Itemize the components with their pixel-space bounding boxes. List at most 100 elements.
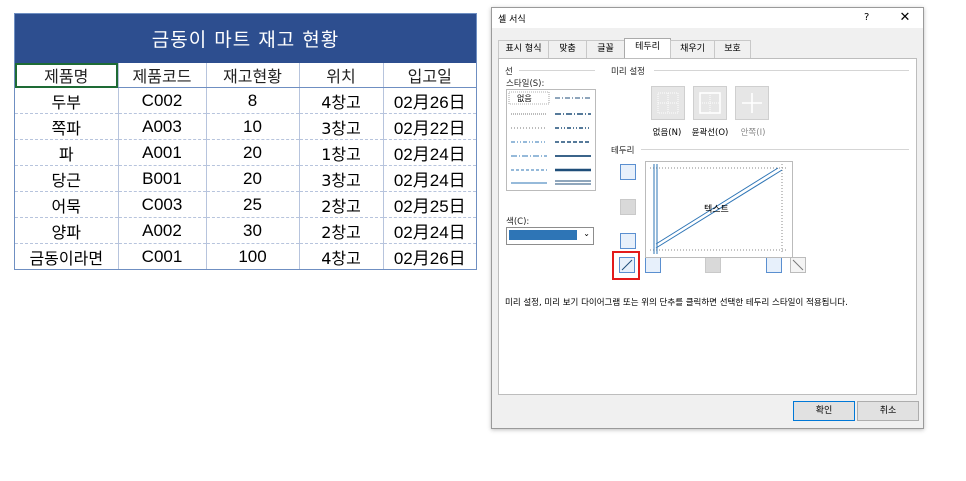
format-cells-dialog: 셀 서식 ? ✕ 표시 형식 맞춤 글꼴 테두리 채우기 보호 선 스타일(S)… — [491, 7, 924, 429]
preset-outline-button[interactable] — [693, 86, 727, 120]
presets-group-divider — [654, 70, 909, 71]
color-swatch — [509, 230, 577, 240]
table-row: 쪽파 A003 10 3창고 02月22日 — [15, 113, 476, 140]
header-received-date[interactable]: 입고일 — [383, 63, 476, 88]
help-button[interactable]: ? — [864, 12, 869, 23]
preset-inside-button[interactable] — [735, 86, 769, 120]
preset-none-button[interactable] — [651, 86, 685, 120]
table-row: 금동이라면 C001 100 4창고 02月26日 — [15, 243, 476, 270]
cell-received-date[interactable]: 02月24日 — [383, 139, 476, 166]
highlight-box — [612, 251, 640, 280]
cell-location[interactable]: 3창고 — [299, 113, 384, 140]
tab-font[interactable]: 글꼴 — [586, 40, 625, 58]
header-location[interactable]: 위치 — [299, 63, 384, 88]
cell-received-date[interactable]: 02月25日 — [383, 191, 476, 218]
cell-product-code[interactable]: A003 — [118, 113, 207, 140]
cell-product-code[interactable]: A001 — [118, 139, 207, 166]
table-row: 두부 C002 8 4창고 02月26日 — [15, 87, 476, 114]
inventory-sheet: 금동이 마트 재고 현황 제품명 제품코드 재고현황 위치 입고일 두부 C00… — [14, 13, 477, 270]
border-inside-horizontal-button[interactable] — [620, 199, 636, 215]
cell-product-name[interactable]: 쪽파 — [15, 113, 119, 140]
border-tab-panel: 선 스타일(S): 없음 색(C): ⌄ 미리 설정 없음(N) 윤곽선(O) … — [498, 58, 917, 395]
cell-location[interactable]: 1창고 — [299, 139, 384, 166]
table-row: 당근 B001 20 3창고 02月24日 — [15, 165, 476, 192]
cell-product-code[interactable]: B001 — [118, 165, 207, 192]
tab-number-format[interactable]: 표시 형식 — [498, 40, 549, 58]
color-dropdown[interactable]: ⌄ — [506, 227, 594, 245]
cell-product-code[interactable]: C001 — [118, 243, 207, 269]
cell-location[interactable]: 2창고 — [299, 217, 384, 244]
border-top-button[interactable] — [620, 164, 636, 180]
cell-location[interactable]: 3창고 — [299, 165, 384, 192]
header-product-code[interactable]: 제품코드 — [118, 63, 207, 88]
cell-stock[interactable]: 100 — [206, 243, 300, 269]
cell-received-date[interactable]: 02月24日 — [383, 165, 476, 192]
cell-received-date[interactable]: 02月26日 — [383, 87, 476, 114]
tab-alignment[interactable]: 맞춤 — [548, 40, 587, 58]
table-header-row: 제품명 제품코드 재고현황 위치 입고일 — [15, 63, 476, 88]
cell-product-code[interactable]: C002 — [118, 87, 207, 114]
close-button[interactable]: ✕ — [896, 10, 914, 25]
header-stock[interactable]: 재고현황 — [206, 63, 300, 88]
cell-product-name[interactable]: 어묵 — [15, 191, 119, 218]
style-label: 스타일(S): — [506, 79, 545, 89]
cell-received-date[interactable]: 02月24日 — [383, 217, 476, 244]
tab-protection[interactable]: 보호 — [714, 40, 751, 58]
cell-product-name[interactable]: 파 — [15, 139, 119, 166]
cell-product-code[interactable]: A002 — [118, 217, 207, 244]
preset-outline-label: 윤곽선(O) — [691, 128, 729, 138]
border-left-button[interactable] — [645, 257, 661, 273]
cell-product-name[interactable]: 당근 — [15, 165, 119, 192]
style-none-label: 없음 — [517, 94, 532, 103]
chevron-down-icon: ⌄ — [583, 229, 590, 238]
instruction-text: 미리 설정, 미리 보기 다이어그램 또는 위의 단추를 클릭하면 선택한 테두… — [505, 298, 848, 308]
line-style-list[interactable]: 없음 — [506, 89, 596, 191]
color-label: 색(C): — [506, 217, 530, 227]
border-group-label: 테두리 — [611, 146, 635, 156]
tab-fill[interactable]: 채우기 — [670, 40, 715, 58]
ok-button[interactable]: 확인 — [793, 401, 855, 421]
border-diagonal-down-button[interactable] — [790, 257, 806, 273]
cell-received-date[interactable]: 02月22日 — [383, 113, 476, 140]
preset-outline-icon — [699, 92, 721, 114]
sheet-title[interactable]: 금동이 마트 재고 현황 — [15, 14, 476, 63]
cancel-button[interactable]: 취소 — [857, 401, 919, 421]
table-row: 파 A001 20 1창고 02月24日 — [15, 139, 476, 166]
cell-stock[interactable]: 30 — [206, 217, 300, 244]
cell-stock[interactable]: 20 — [206, 165, 300, 192]
inventory-table: 제품명 제품코드 재고현황 위치 입고일 두부 C002 8 4창고 02月26… — [15, 63, 476, 269]
border-right-button[interactable] — [766, 257, 782, 273]
cell-location[interactable]: 4창고 — [299, 243, 384, 269]
cell-stock[interactable]: 25 — [206, 191, 300, 218]
cell-stock[interactable]: 20 — [206, 139, 300, 166]
preview-text: 텍스트 — [704, 205, 729, 215]
header-product-name[interactable]: 제품명 — [15, 63, 119, 88]
cell-stock[interactable]: 8 — [206, 87, 300, 114]
cell-location[interactable]: 4창고 — [299, 87, 384, 114]
line-style-swatches — [508, 91, 591, 185]
cell-location[interactable]: 2창고 — [299, 191, 384, 218]
border-inside-vertical-button[interactable] — [705, 257, 721, 273]
border-preview[interactable]: 텍스트 — [645, 161, 793, 258]
cell-received-date[interactable]: 02月26日 — [383, 244, 476, 270]
presets-group-label: 미리 설정 — [611, 67, 645, 77]
diagonal-down-icon — [792, 259, 804, 271]
table-row: 양파 A002 30 2창고 02月24日 — [15, 217, 476, 244]
preset-none-label: 없음(N) — [652, 128, 682, 138]
tab-border[interactable]: 테두리 — [624, 38, 671, 58]
cell-product-name[interactable]: 금동이라면 — [15, 243, 119, 269]
line-group-divider — [519, 70, 595, 71]
preset-inside-label: 안쪽(I) — [740, 128, 766, 138]
cell-product-code[interactable]: C003 — [118, 191, 207, 218]
table-row: 어묵 C003 25 2창고 02月25日 — [15, 191, 476, 218]
border-bottom-button[interactable] — [620, 233, 636, 249]
cell-product-name[interactable]: 두부 — [15, 87, 119, 114]
cell-stock[interactable]: 10 — [206, 113, 300, 140]
cell-product-name[interactable]: 양파 — [15, 217, 119, 244]
preset-inside-icon — [742, 93, 762, 113]
dialog-titlebar[interactable]: 셀 서식 ? ✕ — [492, 8, 923, 28]
line-group-label: 선 — [505, 67, 513, 77]
preset-none-icon — [657, 92, 679, 114]
dialog-title: 셀 서식 — [498, 15, 526, 25]
border-group-divider — [641, 149, 909, 150]
